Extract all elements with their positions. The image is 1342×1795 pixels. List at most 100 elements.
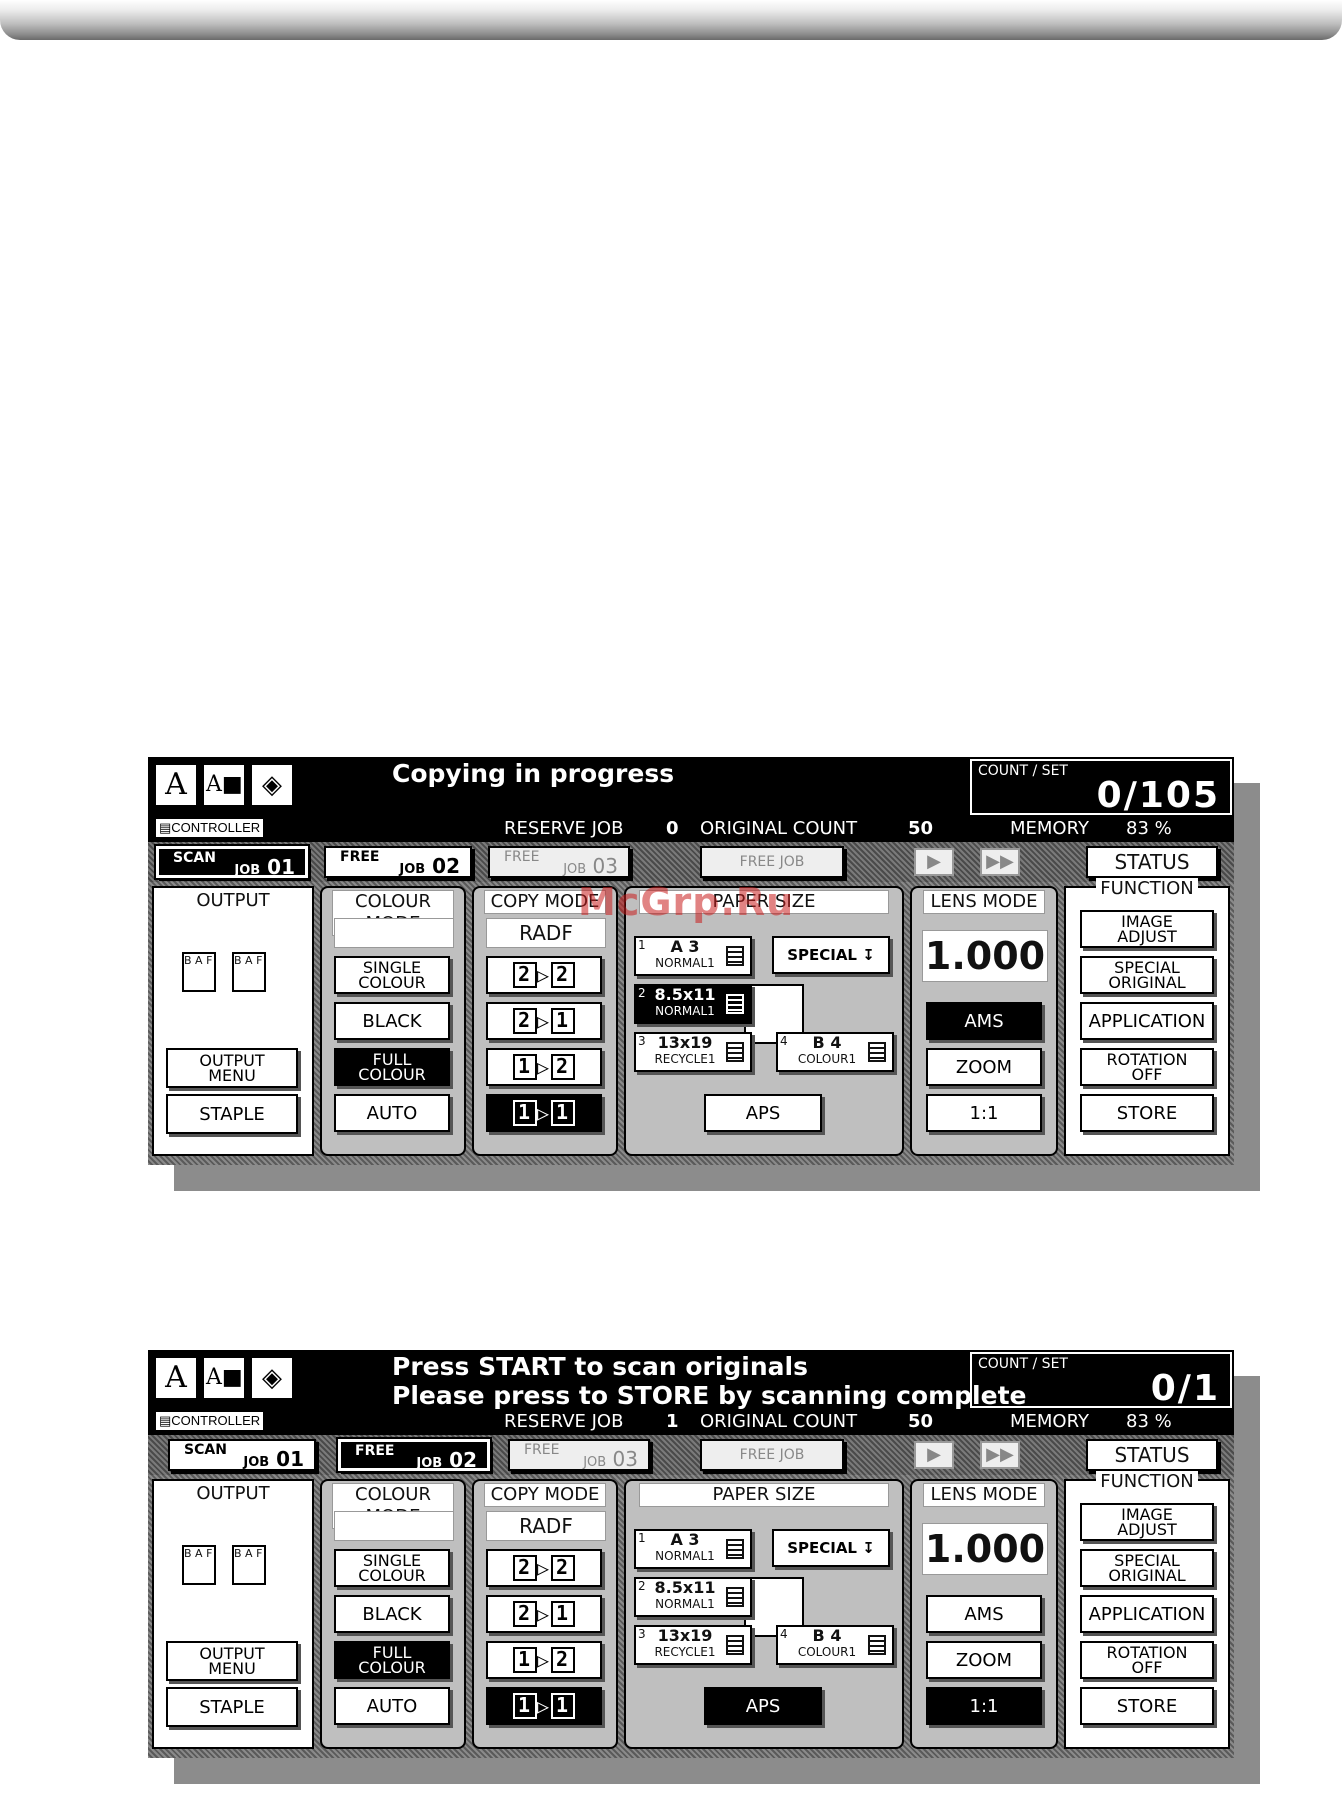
lens-mode-title: LENS MODE bbox=[912, 1483, 1056, 1507]
tab-scan-job-01[interactable]: SCAN JOB 01 bbox=[154, 844, 310, 880]
text-mode-icon[interactable]: A bbox=[156, 1358, 196, 1398]
tab-free-job-03[interactable]: FREE JOB 03 bbox=[508, 1439, 650, 1471]
tab-label: FREE bbox=[340, 849, 380, 865]
settings-body: OUTPUT B A F B A F OUTPUT MENU STAPLE COL… bbox=[148, 1471, 1234, 1758]
tray-3-button[interactable]: 3 13x19 RECYCLE1 bbox=[634, 1625, 752, 1665]
duplex-2-to-1-button[interactable]: 2 ▷ 1 bbox=[486, 1595, 602, 1633]
ratio-1-1-button[interactable]: 1:1 bbox=[926, 1094, 1042, 1132]
full-colour-button[interactable]: FULL COLOUR bbox=[334, 1641, 450, 1679]
duplex-2-to-2-button[interactable]: 2 ▷ 2 bbox=[486, 1549, 602, 1587]
tab-scan-job-01[interactable]: SCAN JOB 01 bbox=[168, 1439, 316, 1471]
zoom-ratio-display: 1.000 bbox=[922, 1523, 1048, 1575]
tab-free-job-02[interactable]: FREE JOB 02 bbox=[336, 1437, 492, 1473]
staple-button[interactable]: STAPLE bbox=[166, 1687, 298, 1727]
output-sort-icon: B A F bbox=[182, 952, 216, 992]
tab-job-number: JOB 01 bbox=[243, 1447, 304, 1471]
staple-button[interactable]: STAPLE bbox=[166, 1094, 298, 1134]
tab-free-job-02[interactable]: FREE JOB 02 bbox=[324, 846, 472, 878]
auto-colour-button[interactable]: AUTO bbox=[334, 1094, 450, 1132]
paper-stack-icon bbox=[726, 1635, 744, 1655]
fast-forward-icon[interactable]: ▶▶ bbox=[980, 1441, 1020, 1469]
duplex-1-to-2-button[interactable]: 1 ▷ 2 bbox=[486, 1641, 602, 1679]
count-set-value: 0/105 bbox=[1096, 775, 1220, 816]
status-button[interactable]: STATUS bbox=[1086, 846, 1218, 878]
black-button[interactable]: BLACK bbox=[334, 1595, 450, 1633]
output-menu-button[interactable]: OUTPUT MENU bbox=[166, 1641, 298, 1681]
aps-button[interactable]: APS bbox=[704, 1687, 822, 1725]
function-panel: FUNCTION IMAGE ADJUST SPECIAL ORIGINAL APP… bbox=[1064, 1471, 1230, 1749]
tab-label: FREE bbox=[504, 849, 540, 865]
application-button[interactable]: APPLICATION bbox=[1080, 1002, 1214, 1040]
settings-body: OUTPUT B A F B A F OUTPUT MENU STAPLE COL… bbox=[148, 878, 1234, 1165]
job-tab-row: SCAN JOB 01 FREE JOB 02 FREE JOB 03 FREE… bbox=[148, 842, 1234, 882]
tray-1-button[interactable]: 1A 3 NORMAL1 bbox=[634, 936, 752, 976]
job-icon[interactable]: ◈ bbox=[252, 765, 292, 805]
text-mode-icon[interactable]: A bbox=[156, 765, 196, 805]
special-original-button[interactable]: SPECIAL ORIGINAL bbox=[1080, 956, 1214, 994]
duplex-1-to-2-button[interactable]: 1 ▷ 2 bbox=[486, 1048, 602, 1086]
photo-mode-icon[interactable]: A■ bbox=[204, 1358, 244, 1398]
original-count-label: ORIGINAL COUNT bbox=[700, 818, 858, 839]
simplex-1-to-1-button[interactable]: 1 ▷ 1 bbox=[486, 1687, 602, 1725]
tab-free-job[interactable]: FREE JOB bbox=[700, 1439, 844, 1471]
zoom-button[interactable]: ZOOM bbox=[926, 1641, 1042, 1679]
tab-free-job[interactable]: FREE JOB bbox=[700, 846, 844, 878]
aps-button[interactable]: APS bbox=[704, 1094, 822, 1132]
application-button[interactable]: APPLICATION bbox=[1080, 1595, 1214, 1633]
ams-button[interactable]: AMS bbox=[926, 1595, 1042, 1633]
rotation-off-button[interactable]: ROTATION OFF bbox=[1080, 1641, 1214, 1679]
output-title: OUTPUT bbox=[154, 890, 312, 912]
job-icon[interactable]: ◈ bbox=[252, 1358, 292, 1398]
original-count-value: 50 bbox=[908, 818, 934, 839]
play-icon[interactable]: ▶ bbox=[914, 1441, 954, 1469]
controller-label[interactable]: ▤CONTROLLER bbox=[156, 819, 264, 837]
tray-2-button[interactable]: 2 8.5x11 NORMAL1 bbox=[634, 1577, 752, 1617]
full-colour-button[interactable]: FULL COLOUR bbox=[334, 1048, 450, 1086]
tray-3-button[interactable]: 3 13x19 RECYCLE1 bbox=[634, 1032, 752, 1072]
ams-button[interactable]: AMS bbox=[926, 1002, 1042, 1040]
ratio-1-1-button[interactable]: 1:1 bbox=[926, 1687, 1042, 1725]
copier-screen-2: A A■ ◈ ▤CONTROLLER Press START to scan o… bbox=[148, 1350, 1234, 1758]
status-button[interactable]: STATUS bbox=[1086, 1439, 1218, 1471]
screen-header: A A■ ◈ ▤CONTROLLER Press START to scan o… bbox=[148, 1350, 1234, 1435]
paper-size-title: PAPER SIZE bbox=[626, 1483, 902, 1507]
output-panel: OUTPUT B A F B A F OUTPUT MENU STAPLE bbox=[152, 1479, 314, 1749]
message-line-1: Press START to scan originals bbox=[392, 1352, 808, 1381]
black-button[interactable]: BLACK bbox=[334, 1002, 450, 1040]
controller-label[interactable]: ▤CONTROLLER bbox=[156, 1412, 264, 1430]
message-line-1: Copying in progress bbox=[392, 759, 675, 788]
zoom-button[interactable]: ZOOM bbox=[926, 1048, 1042, 1086]
tray-1-button[interactable]: 1A 3 NORMAL1 bbox=[634, 1529, 752, 1569]
tray-2-button[interactable]: 2 8.5x11 NORMAL1 bbox=[634, 984, 752, 1024]
image-adjust-button[interactable]: IMAGE ADJUST bbox=[1080, 910, 1214, 948]
paper-size-panel: PAPER SIZE 1A 3 NORMAL1 2 8.5x11 NORMAL1 31… bbox=[624, 886, 904, 1156]
photo-mode-icon[interactable]: A■ bbox=[204, 765, 244, 805]
store-button[interactable]: STORE bbox=[1080, 1094, 1214, 1132]
reserve-job-label: RESERVE JOB bbox=[504, 818, 624, 839]
tray-4-button[interactable]: 4B 4 COLOUR1 bbox=[776, 1625, 894, 1665]
fast-forward-icon[interactable]: ▶▶ bbox=[980, 848, 1020, 876]
copy-mode-panel: COPY MODE RADF 2 ▷ 2 2 ▷ 1 1 ▷ 2 1 ▷ 1 bbox=[472, 886, 618, 1156]
count-set-label: COUNT / SET bbox=[978, 763, 1068, 779]
copy-mode-panel: COPY MODE RADF 2 ▷ 2 2 ▷ 1 1 ▷ 2 1 ▷ 1 bbox=[472, 1479, 618, 1749]
duplex-2-to-2-button[interactable]: 2 ▷ 2 bbox=[486, 956, 602, 994]
special-tray-button[interactable]: SPECIAL ↧ bbox=[772, 936, 890, 974]
memory-label: MEMORY bbox=[1010, 818, 1089, 839]
output-menu-button[interactable]: OUTPUT MENU bbox=[166, 1048, 298, 1088]
tray-4-button[interactable]: 4B 4 COLOUR1 bbox=[776, 1032, 894, 1072]
rotation-off-button[interactable]: ROTATION OFF bbox=[1080, 1048, 1214, 1086]
single-colour-button[interactable]: SINGLE COLOUR bbox=[334, 956, 450, 994]
single-colour-button[interactable]: SINGLE COLOUR bbox=[334, 1549, 450, 1587]
store-button[interactable]: STORE bbox=[1080, 1687, 1214, 1725]
tab-free-job-03[interactable]: FREE JOB 03 bbox=[488, 846, 630, 878]
special-tray-button[interactable]: SPECIAL ↧ bbox=[772, 1529, 890, 1567]
duplex-2-to-1-button[interactable]: 2 ▷ 1 bbox=[486, 1002, 602, 1040]
special-original-button[interactable]: SPECIAL ORIGINAL bbox=[1080, 1549, 1214, 1587]
image-adjust-button[interactable]: IMAGE ADJUST bbox=[1080, 1503, 1214, 1541]
output-sort-icon: B A F bbox=[182, 1545, 216, 1585]
paper-stack-icon bbox=[726, 1587, 744, 1607]
play-icon[interactable]: ▶ bbox=[914, 848, 954, 876]
auto-colour-button[interactable]: AUTO bbox=[334, 1687, 450, 1725]
tab-label: FREE bbox=[355, 1443, 395, 1459]
simplex-1-to-1-button[interactable]: 1 ▷ 1 bbox=[486, 1094, 602, 1132]
